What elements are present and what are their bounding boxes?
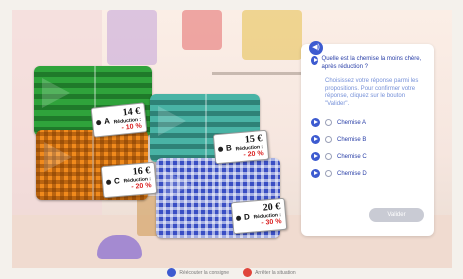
collar: [164, 170, 192, 200]
instructions-text: Choisissez votre réponse parmi les propo…: [325, 78, 419, 107]
stop-situation-button[interactable]: Arrêter la situation: [243, 268, 296, 277]
radio-button[interactable]: [325, 136, 332, 143]
tag-letter: C: [113, 176, 121, 186]
play-option-icon[interactable]: [311, 118, 320, 127]
play-option-icon[interactable]: [311, 152, 320, 161]
option-chemise-c[interactable]: Chemise C: [311, 148, 429, 165]
option-chemise-b[interactable]: Chemise B: [311, 131, 429, 148]
option-label: Chemise D: [337, 170, 367, 177]
tag-hole: [235, 215, 242, 221]
play-option-icon[interactable]: [311, 169, 320, 178]
tag-hole: [95, 119, 102, 125]
question-text: Quelle est la chemise la moins chère, ap…: [321, 56, 422, 70]
collar: [158, 106, 186, 136]
radio-button[interactable]: [325, 170, 332, 177]
validate-button[interactable]: Valider: [369, 208, 424, 222]
replay-instructions-button[interactable]: Réécouter la consigne: [167, 268, 229, 277]
hanging-clothes-yellow: [242, 10, 302, 60]
replay-icon: [167, 268, 177, 277]
radio-button[interactable]: [325, 153, 332, 160]
play-question-icon[interactable]: [311, 56, 318, 65]
tag-letter: D: [243, 212, 251, 222]
collar: [42, 78, 70, 108]
option-label: Chemise B: [337, 136, 367, 143]
radio-button[interactable]: [325, 119, 332, 126]
price-tag-c: C 16 € Réduction : - 20 %: [100, 161, 158, 199]
tag-hole: [217, 146, 224, 152]
option-chemise-d[interactable]: Chemise D: [311, 165, 429, 182]
tag-letter: B: [225, 143, 233, 153]
play-option-icon[interactable]: [311, 135, 320, 144]
replay-label: Réécouter la consigne: [179, 269, 230, 276]
tag-hole: [105, 179, 112, 185]
button-placket: [205, 94, 207, 162]
option-label: Chemise C: [337, 153, 367, 160]
hanging-clothes: [107, 10, 157, 65]
stop-label: Arrêter la situation: [255, 269, 296, 276]
price-tag-b: B 15 € Réduction : - 20 %: [212, 129, 270, 165]
price-tag-d: D 20 € Réduction : - 30 %: [230, 197, 288, 235]
question-row: Quelle est la chemise la moins chère, ap…: [311, 56, 429, 71]
hat-decoration: [97, 235, 142, 259]
answer-options: Chemise A Chemise B Chemise C Chemise D: [311, 114, 429, 182]
tag-letter: A: [103, 116, 111, 127]
stop-icon: [243, 268, 253, 277]
question-panel: ◀) Quelle est la chemise la moins chère,…: [301, 41, 434, 236]
hanging-clothes-red: [182, 10, 222, 50]
option-chemise-a[interactable]: Chemise A: [311, 114, 429, 131]
speaker-icon[interactable]: ◀): [309, 41, 323, 55]
price-tag-a: A 14 € Réduction : - 10 %: [90, 102, 148, 138]
footer: Réécouter la consigne Arrêter la situati…: [0, 268, 463, 277]
button-placket: [92, 130, 94, 200]
button-placket: [218, 158, 220, 238]
option-label: Chemise A: [337, 119, 367, 126]
collar: [44, 142, 72, 172]
